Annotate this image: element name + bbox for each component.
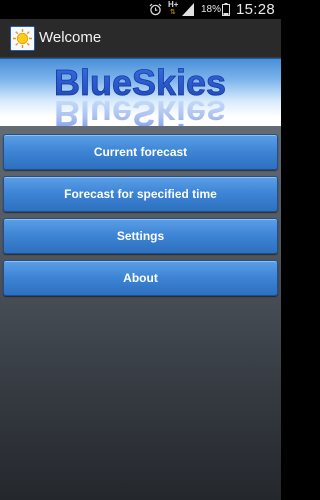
logo-banner: BlueSkies BlueSkies [0, 58, 281, 127]
alarm-clock-icon [149, 3, 162, 16]
about-button[interactable]: About [3, 260, 278, 296]
signal-icon [182, 3, 194, 16]
settings-button[interactable]: Settings [3, 218, 278, 254]
sun-icon[interactable] [10, 26, 35, 51]
clock: 15:28 [236, 1, 276, 18]
action-bar: Welcome [0, 19, 281, 58]
blueskies-logo: BlueSkies BlueSkies [54, 62, 227, 127]
page-title: Welcome [39, 29, 102, 46]
current-forecast-button[interactable]: Current forecast [3, 134, 278, 170]
status-bar: H+ ⇅ 18% 15:28 [0, 0, 281, 19]
logo-text: BlueSkies [54, 62, 226, 103]
main-menu: Current forecast Forecast for specified … [0, 126, 281, 500]
battery-percent: 18% [201, 4, 222, 15]
forecast-for-specified-time-button[interactable]: Forecast for specified time [3, 176, 278, 212]
data-activity-icon: ⇅ [170, 9, 176, 16]
screen: H+ ⇅ 18% 15:28 Welcome BlueSkies BlueSki… [0, 0, 281, 500]
battery-icon [222, 3, 230, 16]
network-type: H+ [168, 0, 179, 9]
